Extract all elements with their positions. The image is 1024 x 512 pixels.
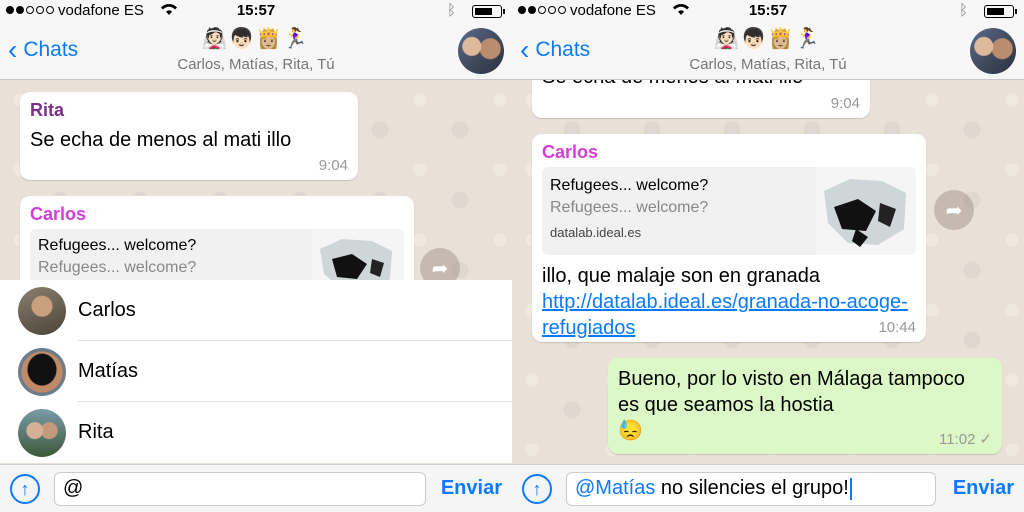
message-link[interactable]: http://datalab.ideal.es/granada-no-acoge… xyxy=(542,289,912,341)
avatar xyxy=(18,286,66,335)
chat-header: ‹ Chats 👰🏻👦🏻👸🏼🏃‍♀️ Carlos, Matías, Rita,… xyxy=(512,22,1024,80)
link-preview[interactable]: Refugees... welcome? Refugees... welcome… xyxy=(542,167,916,255)
message-time-text: 11:02 xyxy=(938,431,976,448)
preview-description: Refugees... welcome? xyxy=(550,199,709,216)
mention-name: Matías xyxy=(78,360,139,382)
message-input[interactable]: @Matías no silencies el grupo! xyxy=(566,472,936,506)
preview-domain: datalab.ideal.es xyxy=(550,225,642,240)
avatar xyxy=(18,408,66,457)
mention-item-matias[interactable]: Matías xyxy=(0,341,512,402)
upload-arrow-icon[interactable]: ↑ xyxy=(10,474,40,504)
preview-map-thumbnail xyxy=(816,167,916,255)
status-bar: vodafone ES 15:57 ᛒ xyxy=(512,0,1024,22)
right-top-bars: vodafone ES 15:57 ᛒ ‹ Chats 👰🏻👦🏻👸🏼🏃‍♀️ C… xyxy=(512,0,1024,80)
message-text: Bueno, por lo visto en Málaga tampoco es… xyxy=(618,368,965,416)
group-avatar[interactable] xyxy=(458,28,504,74)
participants-emoji: 👰🏻👦🏻👸🏼🏃‍♀️ xyxy=(714,28,822,50)
message-text: Se echa de menos al mati illo xyxy=(30,129,292,151)
mention-item-rita[interactable]: Rita xyxy=(0,402,512,463)
group-avatar[interactable] xyxy=(970,28,1016,74)
battery-icon xyxy=(984,5,1017,18)
sender-name: Carlos xyxy=(30,204,87,224)
preview-title: Refugees... welcome? xyxy=(38,237,197,254)
send-button[interactable]: Enviar xyxy=(441,477,502,500)
message-input[interactable]: @ xyxy=(54,472,426,506)
delivered-check-icon: ✓ xyxy=(979,431,992,448)
message-bubble-outgoing[interactable]: Bueno, por lo visto en Málaga tampoco es… xyxy=(608,358,1002,454)
message-text: illo, que malaje son en granada xyxy=(542,265,820,287)
message-time: 11:02 ✓ xyxy=(939,430,992,448)
upload-arrow-icon[interactable]: ↑ xyxy=(522,474,552,504)
mention-tag: @Matías xyxy=(575,477,656,499)
text-cursor xyxy=(849,477,852,500)
status-time: 15:57 xyxy=(748,2,788,19)
chat-screen-left: vodafone ES 15:57 ᛒ ‹ Chats 👰🏻👦🏻👸🏼🏃‍♀️ C… xyxy=(0,0,512,512)
avatar xyxy=(18,347,66,396)
mention-suggestion-list: Carlos Matías Rita xyxy=(0,280,512,463)
mention-name: Carlos xyxy=(78,299,136,321)
message-time: 9:04 xyxy=(318,157,348,174)
send-button[interactable]: Enviar xyxy=(953,477,1014,500)
participants-emoji: 👰🏻👦🏻👸🏼🏃‍♀️ xyxy=(202,28,310,50)
input-text: @ xyxy=(63,477,84,499)
chat-header: ‹ Chats 👰🏻👦🏻👸🏼🏃‍♀️ Carlos, Matías, Rita,… xyxy=(0,22,512,80)
participants-subtitle[interactable]: Carlos, Matías, Rita, Tú xyxy=(0,56,512,73)
preview-title: Refugees... welcome? xyxy=(550,177,709,194)
bluetooth-icon: ᛒ xyxy=(958,2,968,19)
forward-arrow-icon[interactable]: ➦ xyxy=(934,190,974,230)
battery-icon xyxy=(472,5,505,18)
message-bubble-rita[interactable]: Rita Se echa de menos al mati illo 9:04 xyxy=(20,92,358,180)
sender-name: Rita xyxy=(30,100,65,120)
sender-name: Carlos xyxy=(542,142,599,162)
preview-description: Refugees... welcome? xyxy=(38,259,197,276)
message-input-bar: ↑ @Matías no silencies el grupo! Enviar xyxy=(512,464,1024,512)
mention-item-carlos[interactable]: Carlos xyxy=(0,280,512,341)
message-bubble-carlos[interactable]: Carlos Refugees... welcome? Refugees... … xyxy=(532,134,926,342)
bluetooth-icon: ᛒ xyxy=(446,2,456,19)
status-time: 15:57 xyxy=(236,2,276,19)
status-bar: vodafone ES 15:57 ᛒ xyxy=(0,0,512,22)
message-emoji: 😓 xyxy=(618,420,643,442)
message-time: 10:44 xyxy=(878,319,916,336)
participants-subtitle[interactable]: Carlos, Matías, Rita, Tú xyxy=(512,56,1024,73)
mention-name: Rita xyxy=(78,421,114,443)
message-time: 9:04 xyxy=(830,95,860,112)
input-text: no silencies el grupo! xyxy=(655,477,849,499)
message-input-bar: ↑ @ Enviar xyxy=(0,464,512,512)
